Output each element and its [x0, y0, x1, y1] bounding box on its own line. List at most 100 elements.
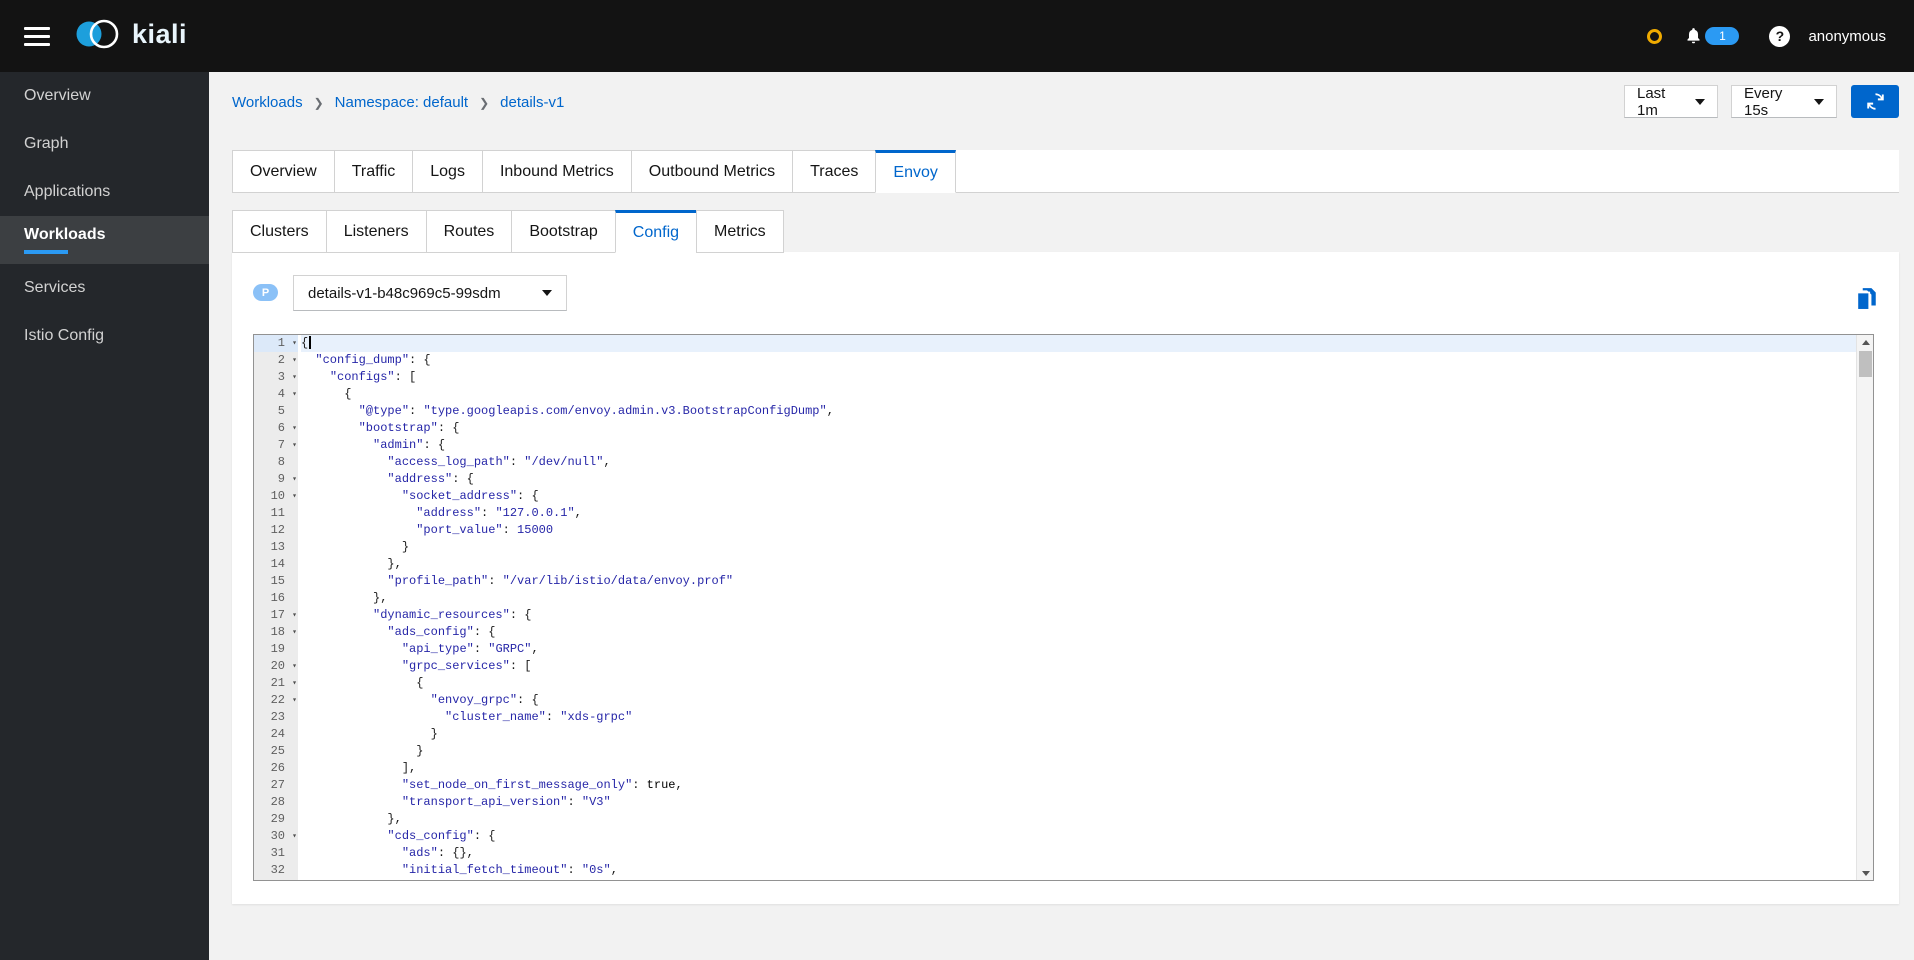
breadcrumb-link-2[interactable]: details-v1	[500, 94, 564, 111]
username[interactable]: anonymous	[1808, 28, 1886, 45]
pod-select[interactable]: details-v1-b48c969c5-99sdm	[293, 275, 567, 311]
tab-traces[interactable]: Traces	[792, 150, 877, 193]
scroll-down-arrow-icon[interactable]	[1857, 866, 1873, 880]
line-number[interactable]: 6 ▾	[254, 420, 298, 437]
code-line-8[interactable]: "access_log_path": "/dev/null",	[301, 454, 1856, 471]
code-line-12[interactable]: "port_value": 15000	[301, 522, 1856, 539]
line-number[interactable]: 27	[254, 777, 298, 794]
sidebar-item-applications[interactable]: Applications	[0, 168, 209, 216]
editor-scrollbar[interactable]	[1856, 335, 1873, 880]
sidebar-item-overview[interactable]: Overview	[0, 72, 209, 120]
hamburger-menu-icon[interactable]	[24, 27, 50, 46]
sidebar-item-istio-config[interactable]: Istio Config	[0, 312, 209, 360]
code-line-31[interactable]: "ads": {},	[301, 845, 1856, 862]
line-number[interactable]: 2 ▾	[254, 352, 298, 369]
subtab-bootstrap[interactable]: Bootstrap	[511, 210, 616, 253]
subtab-metrics[interactable]: Metrics	[696, 210, 784, 253]
line-number[interactable]: 12	[254, 522, 298, 539]
breadcrumb-link-0[interactable]: Workloads	[232, 94, 303, 111]
line-number[interactable]: 15	[254, 573, 298, 590]
editor-code[interactable]: { "config_dump": { "configs": [ { "@type…	[298, 335, 1856, 880]
line-number[interactable]: 5	[254, 403, 298, 420]
fold-caret-icon[interactable]: ▾	[292, 471, 297, 488]
line-number[interactable]: 24	[254, 726, 298, 743]
code-line-1[interactable]: {	[301, 335, 1856, 352]
notification-count-badge[interactable]: 1	[1705, 27, 1740, 45]
sidebar-item-graph[interactable]: Graph	[0, 120, 209, 168]
help-icon[interactable]: ?	[1769, 25, 1791, 47]
code-line-26[interactable]: ],	[301, 760, 1856, 777]
tab-envoy[interactable]: Envoy	[875, 150, 956, 193]
line-number[interactable]: 17 ▾	[254, 607, 298, 624]
code-line-5[interactable]: "@type": "type.googleapis.com/envoy.admi…	[301, 403, 1856, 420]
refresh-button[interactable]	[1851, 85, 1899, 118]
line-number[interactable]: 32	[254, 862, 298, 879]
fold-caret-icon[interactable]: ▾	[292, 420, 297, 437]
line-number[interactable]: 7 ▾	[254, 437, 298, 454]
line-number[interactable]: 4 ▾	[254, 386, 298, 403]
code-line-17[interactable]: "dynamic_resources": {	[301, 607, 1856, 624]
line-number[interactable]: 16	[254, 590, 298, 607]
line-number[interactable]: 26	[254, 760, 298, 777]
code-line-16[interactable]: },	[301, 590, 1856, 607]
tab-outbound-metrics[interactable]: Outbound Metrics	[630, 150, 794, 193]
tab-inbound-metrics[interactable]: Inbound Metrics	[481, 150, 632, 193]
line-number[interactable]: 30 ▾	[254, 828, 298, 845]
code-line-29[interactable]: },	[301, 811, 1856, 828]
sidebar-item-workloads[interactable]: Workloads	[0, 216, 209, 264]
line-number[interactable]: 8	[254, 454, 298, 471]
fold-caret-icon[interactable]: ▾	[292, 828, 297, 845]
line-number[interactable]: 25	[254, 743, 298, 760]
code-line-2[interactable]: "config_dump": {	[301, 352, 1856, 369]
sidebar-item-services[interactable]: Services	[0, 264, 209, 312]
code-line-13[interactable]: }	[301, 539, 1856, 556]
code-line-15[interactable]: "profile_path": "/var/lib/istio/data/env…	[301, 573, 1856, 590]
code-line-20[interactable]: "grpc_services": [	[301, 658, 1856, 675]
line-number[interactable]: 20 ▾	[254, 658, 298, 675]
code-line-23[interactable]: "cluster_name": "xds-grpc"	[301, 709, 1856, 726]
fold-caret-icon[interactable]: ▾	[292, 352, 297, 369]
subtab-routes[interactable]: Routes	[425, 210, 513, 253]
line-number[interactable]: 19	[254, 641, 298, 658]
fold-caret-icon[interactable]: ▾	[292, 488, 297, 505]
line-number[interactable]: 22 ▾	[254, 692, 298, 709]
line-number[interactable]: 1 ▾	[254, 335, 298, 352]
fold-caret-icon[interactable]: ▾	[292, 607, 297, 624]
line-number[interactable]: 13	[254, 539, 298, 556]
code-line-6[interactable]: "bootstrap": {	[301, 420, 1856, 437]
line-number[interactable]: 23	[254, 709, 298, 726]
code-line-22[interactable]: "envoy_grpc": {	[301, 692, 1856, 709]
code-line-28[interactable]: "transport_api_version": "V3"	[301, 794, 1856, 811]
scrollbar-thumb[interactable]	[1859, 351, 1872, 377]
line-number[interactable]: 28	[254, 794, 298, 811]
tab-overview[interactable]: Overview	[232, 150, 335, 193]
scroll-up-arrow-icon[interactable]	[1857, 335, 1873, 349]
copy-button[interactable]	[1852, 286, 1880, 314]
fold-caret-icon[interactable]: ▾	[292, 437, 297, 454]
notifications[interactable]: 1	[1684, 26, 1740, 46]
subtab-clusters[interactable]: Clusters	[232, 210, 327, 253]
subtab-config[interactable]: Config	[614, 210, 698, 253]
line-number[interactable]: 31	[254, 845, 298, 862]
line-number[interactable]: 3 ▾	[254, 369, 298, 386]
tab-logs[interactable]: Logs	[412, 150, 483, 193]
fold-caret-icon[interactable]: ▾	[292, 386, 297, 403]
line-number[interactable]: 21 ▾	[254, 675, 298, 692]
refresh-interval-select[interactable]: Every 15s	[1731, 85, 1837, 119]
code-line-10[interactable]: "socket_address": {	[301, 488, 1856, 505]
fold-caret-icon[interactable]: ▾	[292, 692, 297, 709]
code-line-21[interactable]: {	[301, 675, 1856, 692]
code-line-27[interactable]: "set_node_on_first_message_only": true,	[301, 777, 1856, 794]
code-line-19[interactable]: "api_type": "GRPC",	[301, 641, 1856, 658]
fold-caret-icon[interactable]: ▾	[292, 369, 297, 386]
line-number[interactable]: 9 ▾	[254, 471, 298, 488]
code-line-9[interactable]: "address": {	[301, 471, 1856, 488]
istio-status-icon[interactable]	[1647, 28, 1663, 44]
fold-caret-icon[interactable]: ▾	[292, 675, 297, 692]
subtab-listeners[interactable]: Listeners	[325, 210, 427, 253]
code-line-18[interactable]: "ads_config": {	[301, 624, 1856, 641]
line-number[interactable]: 10 ▾	[254, 488, 298, 505]
kiali-brand[interactable]: kiali	[74, 15, 187, 53]
fold-caret-icon[interactable]: ▾	[292, 624, 297, 641]
fold-caret-icon[interactable]: ▾	[292, 335, 297, 352]
